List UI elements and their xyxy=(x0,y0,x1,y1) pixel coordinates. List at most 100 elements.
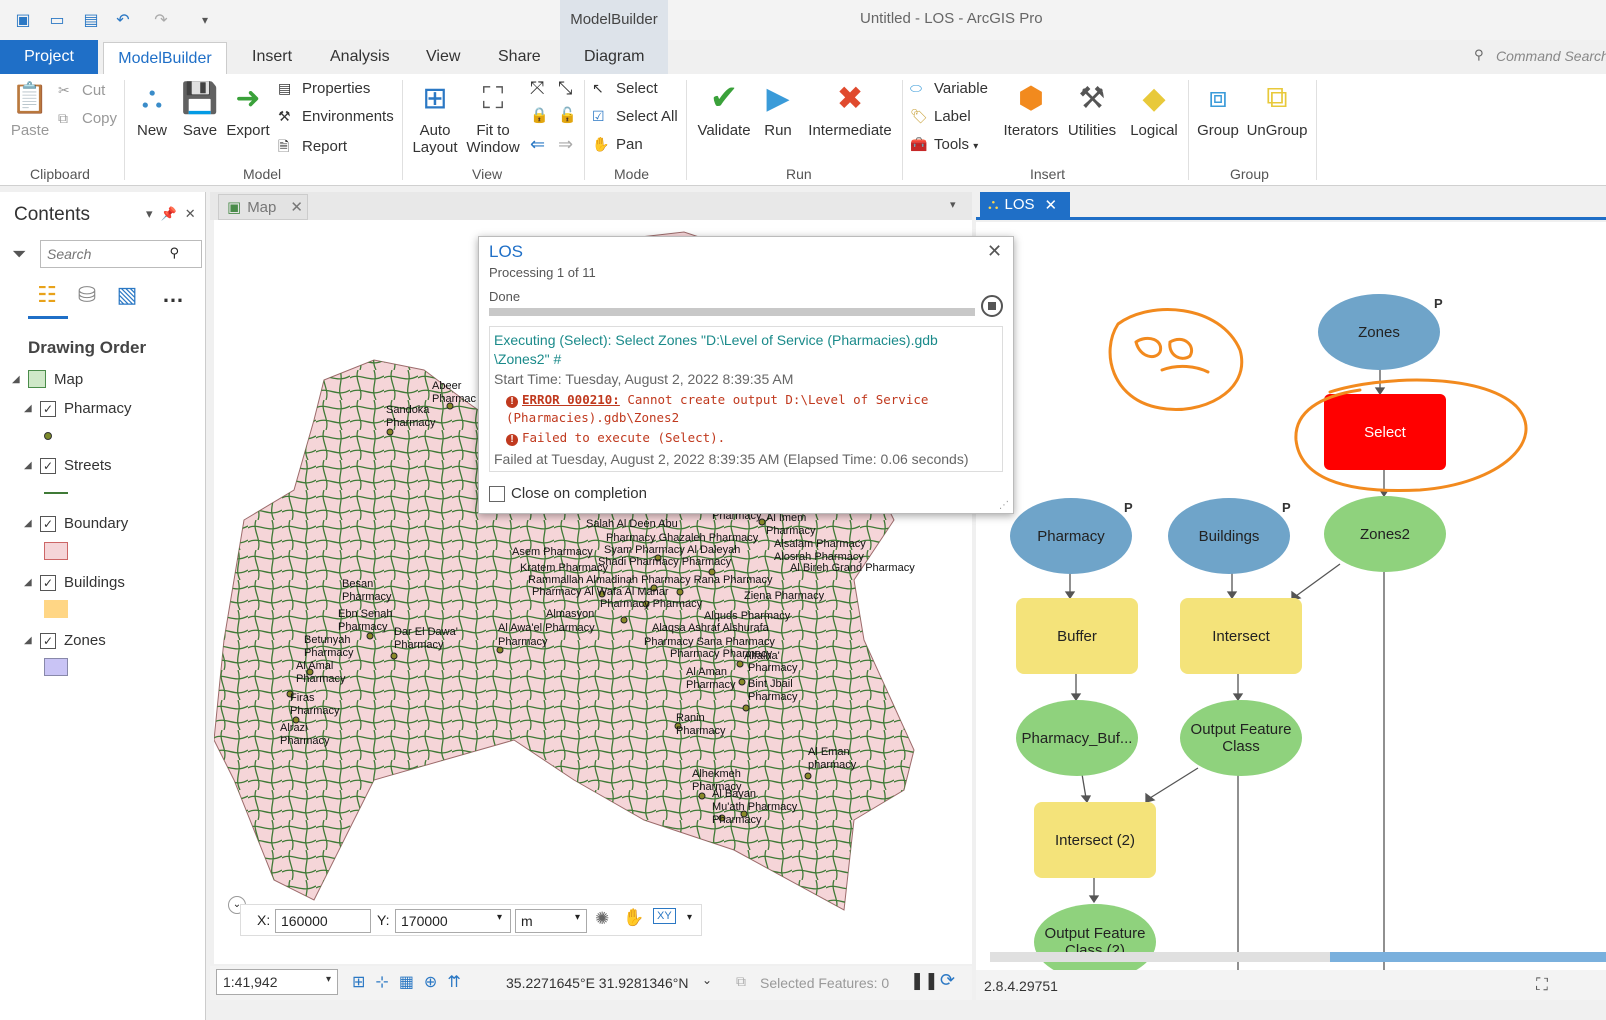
map-tools-icons[interactable]: ⊞⊹▦⊕⇈ xyxy=(352,972,471,992)
run-button[interactable]: ▶ Run xyxy=(758,78,798,140)
tab-insert[interactable]: Insert xyxy=(252,48,292,66)
chevron-down-icon[interactable]: ▾ xyxy=(950,198,956,211)
intersect-2-tool[interactable]: Intersect (2) xyxy=(1034,802,1156,878)
buffer-tool[interactable]: Buffer xyxy=(1016,598,1138,674)
tab-los[interactable]: ⛬ LOS ✕ xyxy=(980,192,1070,217)
chevron-down-icon[interactable]: ▾ xyxy=(687,912,692,923)
stop-icon[interactable] xyxy=(981,295,1003,317)
zoom-out-icon[interactable]: ⤡ xyxy=(558,78,572,99)
iterators-button[interactable]: ⬢ Iterators xyxy=(1000,78,1062,140)
chevron-down-icon[interactable]: ⌄ xyxy=(702,973,712,987)
tab-share[interactable]: Share xyxy=(498,48,541,66)
environments-button[interactable]: ⚒ Environments xyxy=(278,108,394,125)
group-button[interactable]: ⧈ Group xyxy=(1194,78,1242,139)
toc-layer-streets[interactable]: ◢ ✓ Streets xyxy=(24,457,112,474)
close-icon[interactable]: ✕ xyxy=(987,241,1002,262)
toc-layer-boundary[interactable]: ◢ ✓ Boundary xyxy=(24,515,128,532)
pharmacy-buffer-output[interactable]: Pharmacy_Buf... xyxy=(1016,700,1138,776)
list-by-drawing-order-icon[interactable]: ☷ xyxy=(32,280,62,310)
intermediate-button[interactable]: ✖ Intermediate xyxy=(806,78,894,139)
properties-button[interactable]: ▤ Properties xyxy=(278,80,370,97)
lock-icon[interactable]: 🔒 xyxy=(530,106,549,124)
contents-search-input[interactable] xyxy=(41,241,161,267)
locate-icon[interactable]: ✺ xyxy=(595,909,609,929)
report-button[interactable]: 🗎 Report xyxy=(278,136,347,160)
y-coordinate-input[interactable]: 170000 xyxy=(395,909,511,933)
save-project-icon[interactable]: ▤ xyxy=(80,9,102,31)
pause-drawing-icon[interactable]: ❚❚ xyxy=(910,971,939,991)
new-model-button[interactable]: ⛬ New xyxy=(130,78,174,139)
zones2-output[interactable]: Zones2 xyxy=(1324,496,1446,572)
expand-triangle-icon[interactable]: ◢ xyxy=(24,403,40,414)
buildings-variable[interactable]: Buildings xyxy=(1168,498,1290,574)
pane-controls[interactable]: ▾📌✕ xyxy=(146,206,204,222)
undo-icon[interactable]: ↶ xyxy=(112,9,134,31)
pan-button[interactable]: ✋ Pan xyxy=(592,136,643,153)
x-coordinate-input[interactable]: 160000 xyxy=(275,909,371,933)
new-project-icon[interactable]: ▣ xyxy=(12,9,34,31)
select-tool[interactable]: Select xyxy=(1324,394,1446,470)
chevron-down-icon[interactable]: ▾ xyxy=(497,912,502,923)
save-model-button[interactable]: 💾 Save xyxy=(178,78,222,140)
toc-map-row[interactable]: ◢ Map xyxy=(12,370,83,388)
contents-search[interactable]: ⚲ xyxy=(40,240,202,268)
refresh-icon[interactable]: ⟳ xyxy=(940,970,955,991)
tab-diagram[interactable]: Diagram xyxy=(584,48,644,66)
toc-layer-zones[interactable]: ◢ ✓ Zones xyxy=(24,632,106,649)
expand-triangle-icon[interactable]: ◢ xyxy=(24,460,40,471)
toc-layer-pharmacy[interactable]: ◢ ✓ Pharmacy xyxy=(24,400,132,417)
pan-hand-icon[interactable]: ✋ xyxy=(623,908,644,928)
output-feature-class[interactable]: Output Feature Class xyxy=(1180,700,1302,776)
intersect-tool[interactable]: Intersect xyxy=(1180,598,1302,674)
list-by-selection-icon[interactable]: ▧ xyxy=(112,280,142,310)
chevron-down-icon[interactable]: ▾ xyxy=(326,974,331,985)
tab-map[interactable]: ▣ Map ✕ xyxy=(218,194,308,220)
tab-analysis[interactable]: Analysis xyxy=(330,48,390,66)
pharmacy-variable[interactable]: Pharmacy xyxy=(1010,498,1132,574)
unlock-icon[interactable]: 🔓 xyxy=(558,106,577,124)
expand-triangle-icon[interactable]: ◢ xyxy=(24,635,40,646)
copy-button[interactable]: ⧉ Copy xyxy=(58,110,117,127)
ungroup-button[interactable]: ⧉ UnGroup xyxy=(1246,78,1308,139)
open-folder-icon[interactable]: ▭ xyxy=(46,9,68,31)
tab-modelbuilder[interactable]: ModelBuilder xyxy=(103,42,227,74)
cut-button[interactable]: ✂ Cut xyxy=(58,82,105,99)
auto-layout-button[interactable]: ⊞ Auto Layout xyxy=(408,78,462,156)
visibility-checkbox[interactable]: ✓ xyxy=(40,632,56,649)
tab-view[interactable]: View xyxy=(426,48,460,66)
model-canvas[interactable]: Zones P Select Zones2 Pharmacy P Buildin… xyxy=(976,222,1606,970)
more-options-icon[interactable]: … xyxy=(158,280,188,310)
model-horizontal-scrollbar[interactable] xyxy=(990,952,1606,962)
tab-project[interactable]: Project xyxy=(0,40,98,74)
close-on-completion-checkbox[interactable]: Close on completion xyxy=(489,485,647,502)
close-icon[interactable]: ✕ xyxy=(290,198,303,216)
toc-layer-buildings[interactable]: ◢ ✓ Buildings xyxy=(24,574,125,591)
chevron-down-icon[interactable]: ▾ xyxy=(575,912,580,923)
resize-grip-icon[interactable]: ⋰ xyxy=(999,500,1009,511)
fit-view-icon[interactable]: ⛶ xyxy=(1536,975,1548,995)
select-mode-button[interactable]: ↖ Select xyxy=(592,80,658,97)
checkbox[interactable] xyxy=(489,485,505,502)
expand-triangle-icon[interactable]: ◢ xyxy=(12,374,28,385)
zoom-in-icon[interactable]: ⤧ xyxy=(530,78,544,99)
list-by-source-icon[interactable]: ⛁ xyxy=(72,280,102,310)
select-all-button[interactable]: ☑ Select All xyxy=(592,108,678,125)
customize-toolbar-icon[interactable]: ▾ xyxy=(194,9,216,31)
command-search[interactable]: ⚲ Command Search xyxy=(1468,44,1606,70)
next-extent-icon[interactable]: ⇒ xyxy=(558,134,573,155)
error-code-link[interactable]: ERROR 000210: xyxy=(522,392,620,407)
paste-button[interactable]: 📋 Paste xyxy=(8,78,52,140)
visibility-checkbox[interactable]: ✓ xyxy=(40,400,56,417)
scrollbar-thumb[interactable] xyxy=(1330,952,1606,962)
expand-triangle-icon[interactable]: ◢ xyxy=(24,577,40,588)
scale-select[interactable]: 1:41,942 xyxy=(216,969,338,995)
visibility-checkbox[interactable]: ✓ xyxy=(40,457,56,474)
visibility-checkbox[interactable]: ✓ xyxy=(40,574,56,591)
label-button[interactable]: 🏷 Label xyxy=(910,108,971,125)
xy-format-icon[interactable]: XY xyxy=(653,908,676,924)
validate-button[interactable]: ✔ Validate xyxy=(694,78,754,139)
filter-icon[interactable]: ⏷ xyxy=(12,244,26,265)
fit-to-window-button[interactable]: ⛶ Fit to Window xyxy=(462,78,524,156)
close-icon[interactable]: ✕ xyxy=(1045,196,1058,214)
logical-button[interactable]: ◆ Logical xyxy=(1126,78,1182,140)
